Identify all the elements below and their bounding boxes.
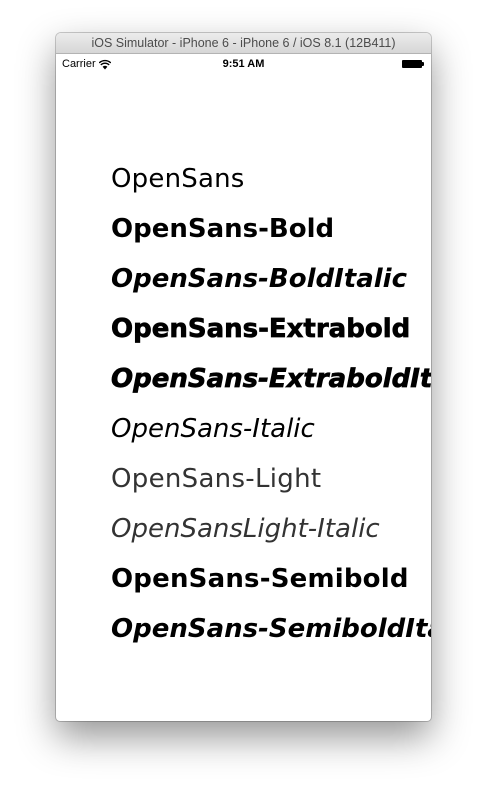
font-label-opensans-italic: OpenSans-Italic: [111, 414, 315, 444]
font-label-opensans: OpenSans: [111, 164, 245, 194]
app-screen: Carrier 9:51 AM OpenSans OpenSans-Bold O…: [56, 33, 431, 721]
font-label-opensans-light: OpenSans-Light: [111, 464, 322, 494]
status-bar: Carrier 9:51 AM: [56, 54, 431, 74]
battery-fill: [402, 60, 422, 68]
font-label-opensanslight-italic: OpenSansLight-Italic: [111, 514, 380, 544]
status-time: 9:51 AM: [222, 58, 265, 70]
font-label-opensans-extrabold: OpenSans-Extrabold: [111, 314, 411, 345]
font-label-opensans-semibold: OpenSans-Semibold: [111, 564, 409, 594]
font-label-opensans-bold: OpenSans-Bold: [111, 214, 335, 244]
battery-icon: [402, 60, 424, 68]
simulator-window: iOS Simulator - iPhone 6 - iPhone 6 / iO…: [56, 33, 431, 721]
battery-tip: [422, 62, 424, 66]
font-label-opensans-bolditalic: OpenSans-BoldItalic: [111, 264, 407, 294]
font-label-opensans-extraboldit: OpenSans-ExtraboldIt: [111, 364, 431, 395]
font-label-opensans-semibolditalic: OpenSans-SemiboldItali: [111, 614, 431, 644]
